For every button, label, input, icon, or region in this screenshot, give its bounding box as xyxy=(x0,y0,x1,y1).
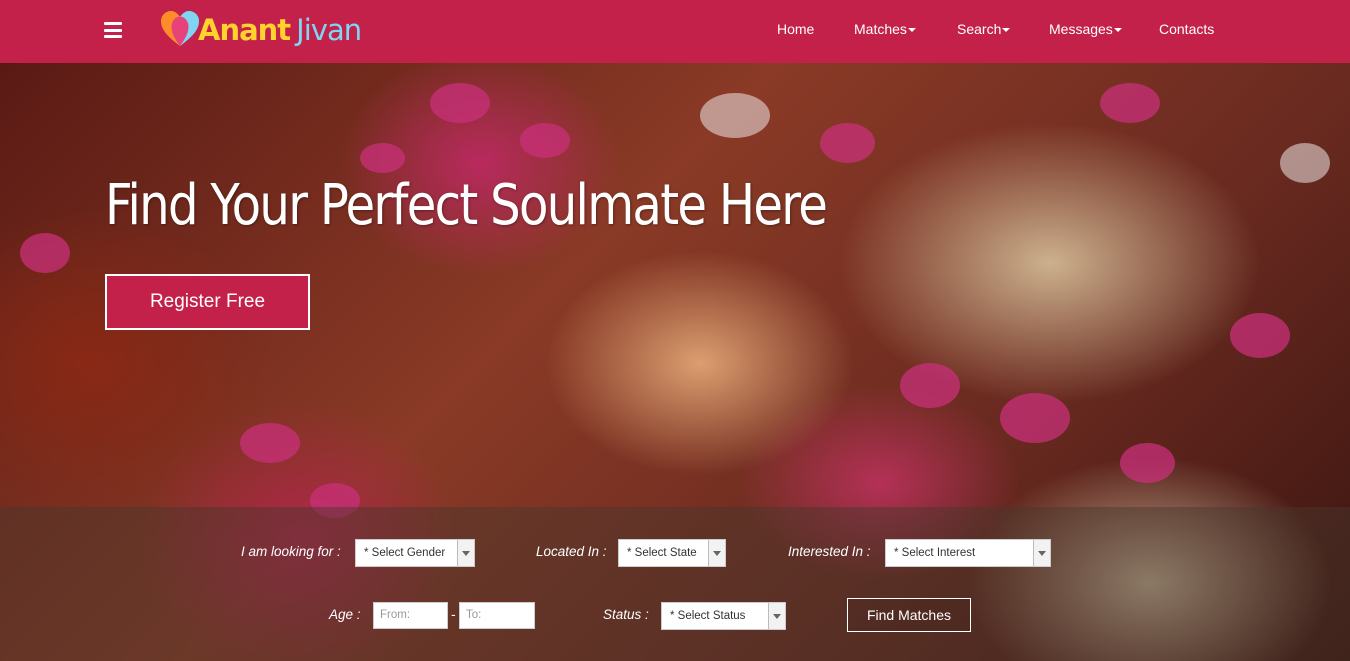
find-matches-button[interactable]: Find Matches xyxy=(847,598,971,632)
nav-matches[interactable]: Matches xyxy=(854,21,916,37)
decorative-flower xyxy=(1100,83,1160,123)
brand-name-part2: Jivan xyxy=(296,13,362,47)
chevron-down-icon xyxy=(457,540,474,566)
decorative-flower xyxy=(820,123,875,163)
decorative-flower xyxy=(20,233,70,273)
age-from-input[interactable]: From: xyxy=(373,602,448,629)
interested-in-label: Interested In : xyxy=(788,544,871,559)
nav-home[interactable]: Home xyxy=(777,21,814,37)
gender-select-value: * Select Gender xyxy=(364,547,446,559)
caret-down-icon xyxy=(907,28,916,33)
nav-contacts-label: Contacts xyxy=(1159,21,1215,37)
nav-messages-label: Messages xyxy=(1049,21,1113,37)
top-navbar: Anant Jivan Home Matches Search Messages … xyxy=(0,0,1350,63)
nav-messages[interactable]: Messages xyxy=(1049,21,1122,37)
decorative-flower xyxy=(430,83,490,123)
looking-for-label: I am looking for : xyxy=(241,544,341,559)
decorative-flower xyxy=(1230,313,1290,358)
age-to-input[interactable]: To: xyxy=(459,602,535,629)
decorative-flower xyxy=(520,123,570,158)
state-select[interactable]: * Select State xyxy=(618,539,726,567)
hamburger-menu-icon[interactable] xyxy=(104,22,122,38)
brand-name-part1: Anant xyxy=(198,13,291,47)
nav-search-label: Search xyxy=(957,21,1002,37)
hero-title: Find Your Perfect Soulmate Here xyxy=(105,173,828,238)
age-separator: - xyxy=(451,606,456,622)
decorative-flower xyxy=(1000,393,1070,443)
brand-name: Anant Jivan xyxy=(198,13,362,47)
interest-select[interactable]: * Select Interest xyxy=(885,539,1051,567)
chevron-down-icon xyxy=(708,540,725,566)
decorative-flower xyxy=(360,143,405,173)
caret-down-icon xyxy=(1113,28,1122,33)
heart-logo-icon xyxy=(161,11,199,46)
brand-logo[interactable]: Anant Jivan xyxy=(160,10,362,50)
nav-matches-label: Matches xyxy=(854,21,907,37)
decorative-flower xyxy=(1120,443,1175,483)
chevron-down-icon xyxy=(768,603,785,629)
register-free-button[interactable]: Register Free xyxy=(105,274,310,330)
nav-search[interactable]: Search xyxy=(957,21,1011,37)
status-select[interactable]: * Select Status xyxy=(661,602,786,630)
status-label: Status : xyxy=(603,607,649,622)
gender-select[interactable]: * Select Gender xyxy=(355,539,475,567)
interest-select-value: * Select Interest xyxy=(894,547,976,559)
nav-home-label: Home xyxy=(777,21,815,37)
chevron-down-icon xyxy=(1033,540,1050,566)
located-in-label: Located In : xyxy=(536,544,607,559)
quick-search-panel xyxy=(0,507,1350,661)
state-select-value: * Select State xyxy=(627,547,697,559)
age-label: Age : xyxy=(329,607,361,622)
decorative-flower xyxy=(900,363,960,408)
decorative-flower xyxy=(700,93,770,138)
caret-down-icon xyxy=(1002,28,1011,33)
decorative-flower xyxy=(240,423,300,463)
status-select-value: * Select Status xyxy=(670,610,746,622)
nav-contacts[interactable]: Contacts xyxy=(1159,21,1214,37)
decorative-flower xyxy=(1280,143,1330,183)
